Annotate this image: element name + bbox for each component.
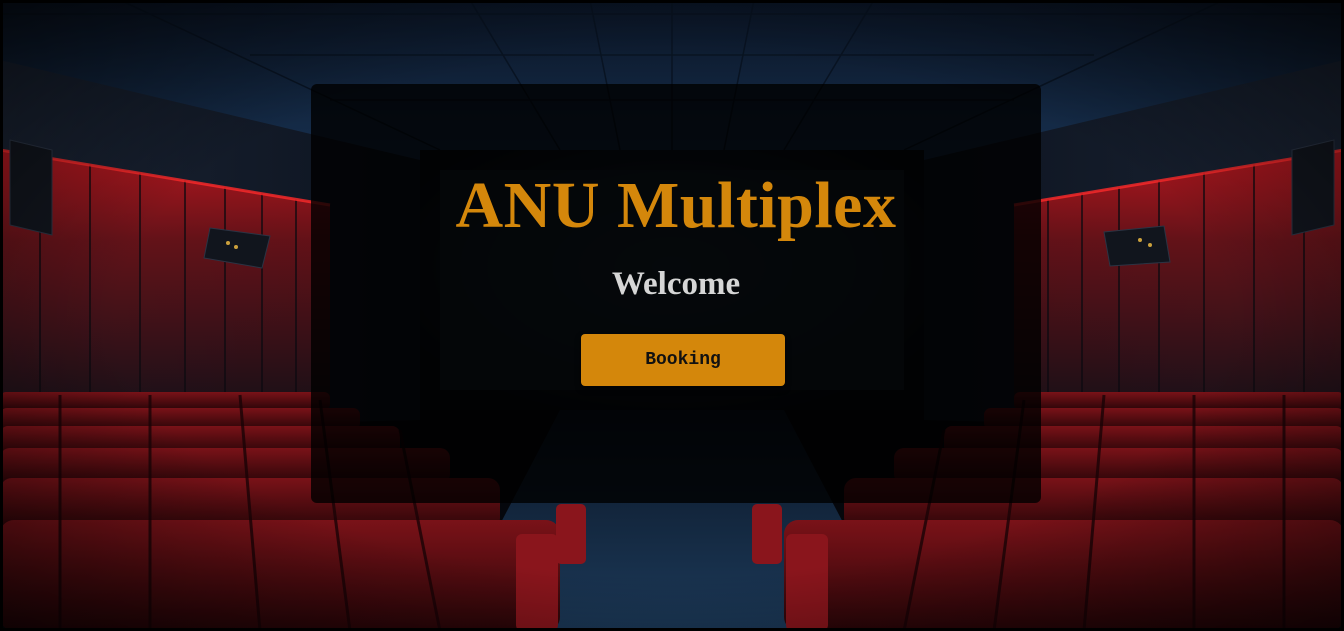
page: ANU Multiplex Welcome Booking bbox=[0, 0, 1344, 631]
page-title: ANU Multiplex bbox=[455, 169, 897, 242]
booking-button[interactable]: Booking bbox=[581, 334, 785, 386]
welcome-heading: Welcome bbox=[611, 266, 741, 302]
